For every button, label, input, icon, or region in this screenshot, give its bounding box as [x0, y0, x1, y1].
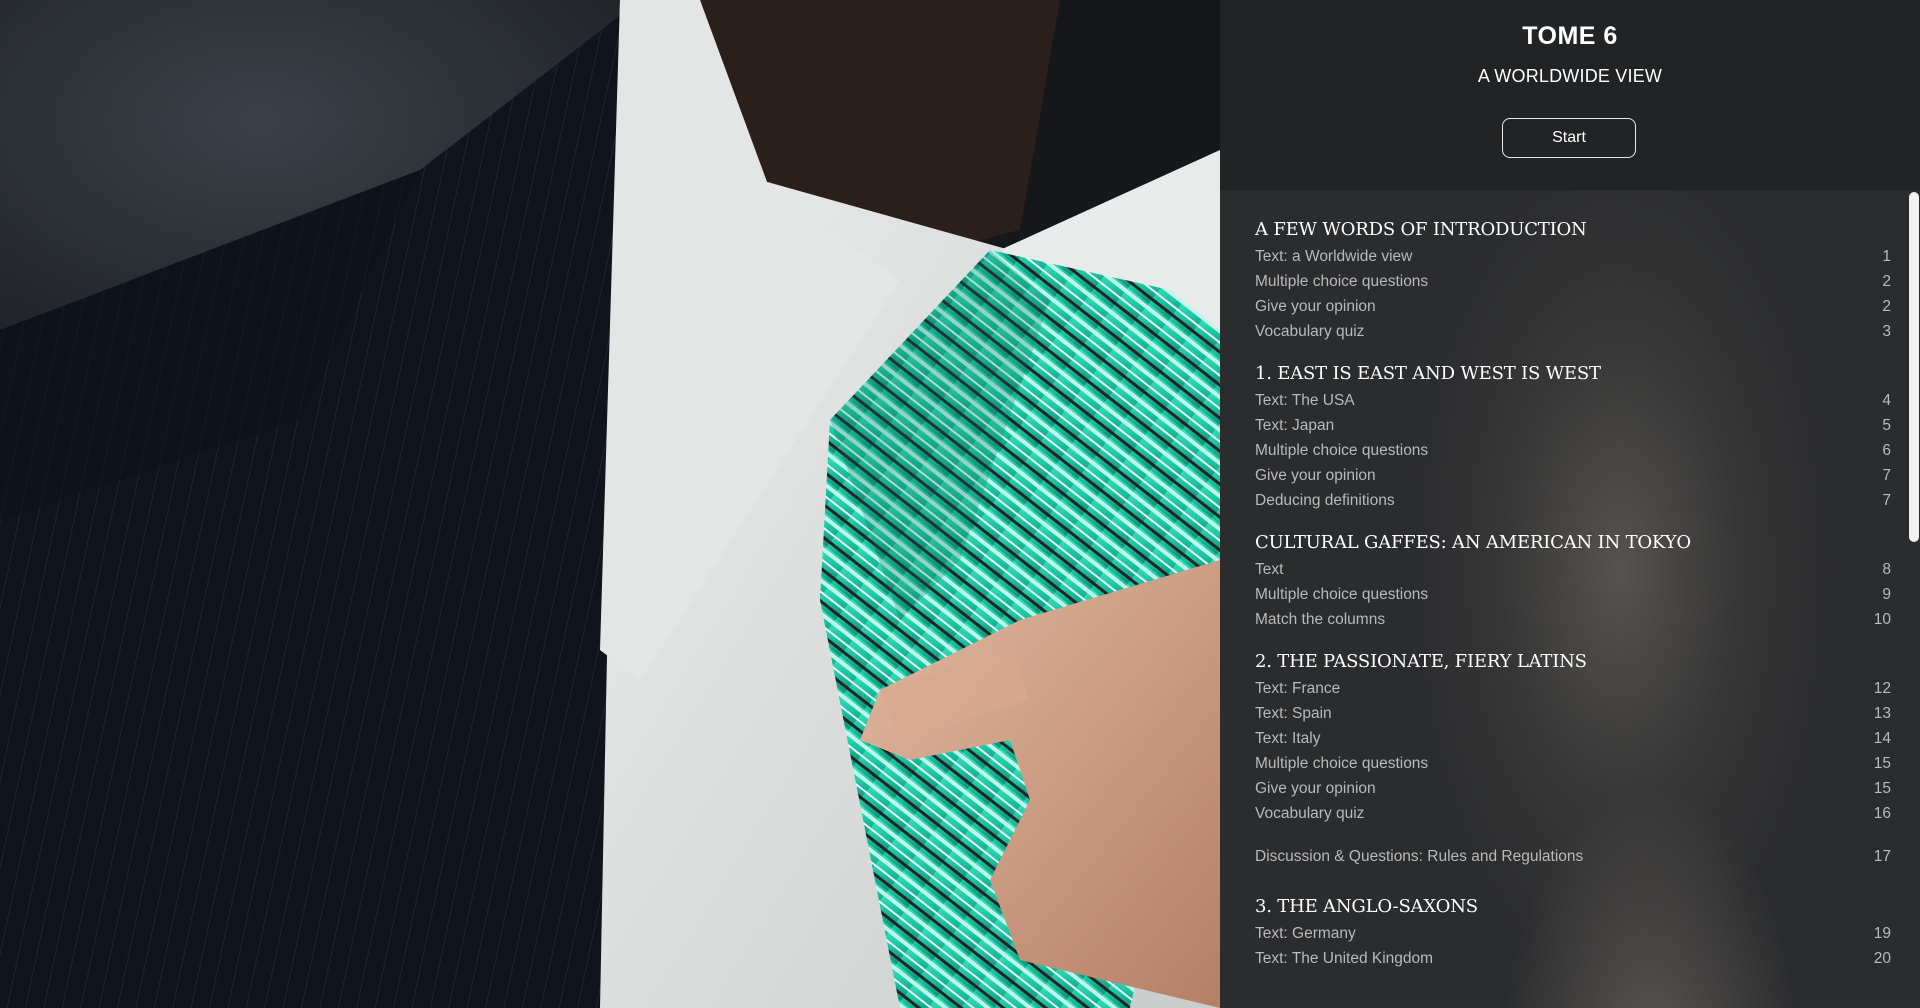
- entry-page: 15: [1873, 755, 1891, 772]
- entry-page: 16: [1873, 805, 1891, 822]
- entry-page: 20: [1873, 950, 1891, 967]
- entry-page: 13: [1873, 705, 1891, 722]
- entry-page: 2: [1882, 273, 1891, 290]
- toc-entry[interactable]: Give your opinion 7: [1255, 463, 1891, 488]
- section-title: 1. EAST IS EAST AND WEST IS WEST: [1255, 363, 1601, 384]
- toc-entry[interactable]: Match the columns 10: [1255, 607, 1891, 632]
- toc-entry[interactable]: Multiple choice questions 2: [1255, 269, 1891, 294]
- entry-label: Text: The USA: [1255, 392, 1355, 409]
- toc-entry[interactable]: Text: The USA 4: [1255, 388, 1891, 413]
- entry-label: Multiple choice questions: [1255, 273, 1429, 290]
- entry-label: Give your opinion: [1255, 467, 1376, 484]
- toc-section: A FEW WORDS OF INTRODUCTION Text: a Worl…: [1255, 218, 1891, 344]
- toc-entry[interactable]: Text: Spain 13: [1255, 701, 1891, 726]
- toc-entry[interactable]: Give your opinion 15: [1255, 776, 1891, 801]
- toc-entry[interactable]: Text: France 12: [1255, 676, 1891, 701]
- entry-page: 4: [1882, 392, 1891, 409]
- entry-page: 3: [1882, 323, 1891, 340]
- section-title: A FEW WORDS OF INTRODUCTION: [1255, 219, 1587, 240]
- entry-page: 9: [1882, 586, 1891, 603]
- toc-entry[interactable]: Multiple choice questions 15: [1255, 751, 1891, 776]
- scrollbar-thumb[interactable]: [1909, 192, 1919, 542]
- entry-label: Text: Italy: [1255, 730, 1321, 747]
- toc-section: 3. THE ANGLO-SAXONS Text: Germany 19 Text…: [1255, 895, 1891, 971]
- start-button[interactable]: Start: [1502, 118, 1636, 158]
- entry-page: 1: [1882, 248, 1891, 265]
- section-title: 2. THE PASSIONATE, FIERY LATINS: [1255, 651, 1587, 672]
- entry-label: Give your opinion: [1255, 780, 1376, 797]
- entry-label: Text: a Worldwide view: [1255, 248, 1413, 265]
- entry-label: Multiple choice questions: [1255, 755, 1429, 772]
- toc-section: 2. THE PASSIONATE, FIERY LATINS Text: Fr…: [1255, 650, 1891, 826]
- entry-label: Vocabulary quiz: [1255, 805, 1365, 822]
- entry-page: 10: [1873, 611, 1891, 628]
- section-title: 3. THE ANGLO-SAXONS: [1255, 896, 1478, 917]
- entry-label: Give your opinion: [1255, 298, 1376, 315]
- toc-section: CULTURAL GAFFES: AN AMERICAN IN TOKYO Te…: [1255, 531, 1891, 632]
- toc-entry[interactable]: Text 8: [1255, 557, 1891, 582]
- entry-page: 12: [1873, 680, 1891, 697]
- toc-entry-discussion[interactable]: Discussion & Questions: Rules and Regula…: [1255, 844, 1891, 869]
- entry-label: Text: France: [1255, 680, 1341, 697]
- book-title: TOME 6: [1522, 22, 1618, 50]
- entry-page: 17: [1873, 848, 1891, 865]
- entry-page: 5: [1882, 417, 1891, 434]
- toc-entry[interactable]: Text: a Worldwide view 1: [1255, 244, 1891, 269]
- entry-label: Vocabulary quiz: [1255, 323, 1365, 340]
- entry-page: 8: [1882, 561, 1891, 578]
- entry-label: Text: Spain: [1255, 705, 1332, 722]
- entry-page: 2: [1882, 298, 1891, 315]
- entry-page: 7: [1882, 492, 1891, 509]
- entry-label: Text: Japan: [1255, 417, 1335, 434]
- book-subtitle: A WORLDWIDE VIEW: [1477, 66, 1663, 86]
- entry-page: 19: [1873, 925, 1891, 942]
- entry-page: 7: [1882, 467, 1891, 484]
- entry-label: Text: Germany: [1255, 925, 1356, 942]
- toc-entry[interactable]: Text: The United Kingdom 20: [1255, 946, 1891, 971]
- entry-label: Multiple choice questions: [1255, 442, 1429, 459]
- entry-page: 15: [1873, 780, 1891, 797]
- entry-label: Deducing definitions: [1255, 492, 1395, 509]
- section-title: CULTURAL GAFFES: AN AMERICAN IN TOKYO: [1255, 532, 1691, 553]
- entry-label: Text: The United Kingdom: [1255, 950, 1434, 967]
- entry-label: Multiple choice questions: [1255, 586, 1429, 603]
- toc-list[interactable]: A FEW WORDS OF INTRODUCTION Text: a Worl…: [1220, 190, 1920, 1008]
- toc-entry[interactable]: Deducing definitions 7: [1255, 488, 1891, 513]
- toc-entry[interactable]: Text: Germany 19: [1255, 921, 1891, 946]
- toc-section: 1. EAST IS EAST AND WEST IS WEST Text: T…: [1255, 362, 1891, 513]
- entry-label: Discussion & Questions: Rules and Regula…: [1255, 848, 1584, 865]
- toc-entry[interactable]: Give your opinion 2: [1255, 294, 1891, 319]
- toc-entry[interactable]: Vocabulary quiz 3: [1255, 319, 1891, 344]
- toc-entry[interactable]: Multiple choice questions 9: [1255, 582, 1891, 607]
- entry-label: Text: [1255, 561, 1284, 578]
- entry-page: 14: [1873, 730, 1891, 747]
- book-header: TOME 6 A WORLDWIDE VIEW Start: [1220, 0, 1920, 190]
- businessman-tie-illustration: [0, 0, 1220, 1008]
- entry-label: Match the columns: [1255, 611, 1386, 628]
- table-of-contents-panel: TOME 6 A WORLDWIDE VIEW Start A FEW WORD…: [1220, 0, 1920, 1008]
- toc-entry[interactable]: Text: Japan 5: [1255, 413, 1891, 438]
- toc-entry[interactable]: Vocabulary quiz 16: [1255, 801, 1891, 826]
- entry-page: 6: [1882, 442, 1891, 459]
- toc-entry[interactable]: Text: Italy 14: [1255, 726, 1891, 751]
- hero-photo: [0, 0, 1220, 1008]
- toc-entry[interactable]: Multiple choice questions 6: [1255, 438, 1891, 463]
